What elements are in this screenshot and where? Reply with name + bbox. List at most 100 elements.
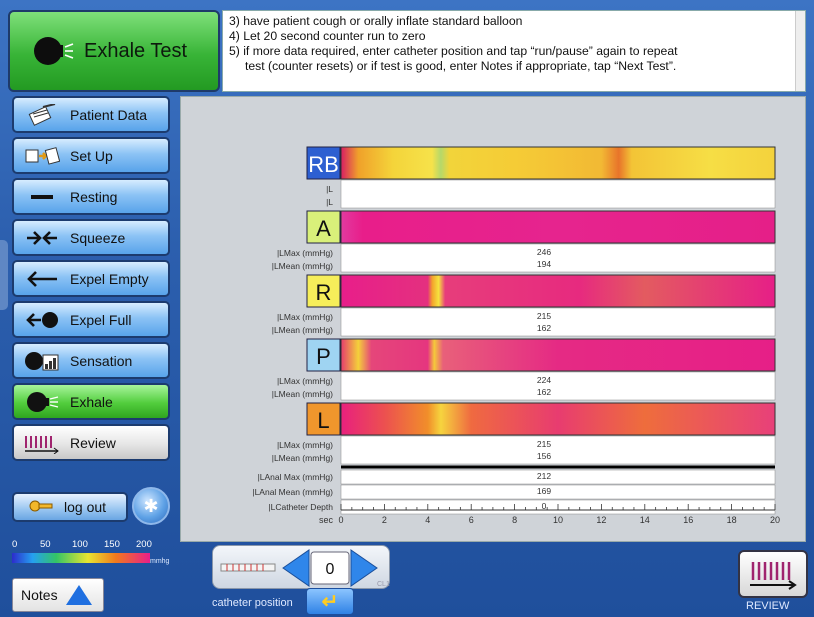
triangle-up-icon — [65, 585, 92, 605]
axis-tick-label: 10 — [553, 515, 563, 525]
instruction-line: 4) Let 20 second counter run to zero — [229, 29, 426, 43]
axis-tick-label: 18 — [727, 515, 737, 525]
row-label: |LMean (mmHg) — [272, 453, 333, 463]
mean-value: 162 — [537, 387, 551, 397]
exhale-icon — [22, 390, 62, 414]
nav-review-button[interactable]: Review — [12, 424, 170, 461]
nav-setup-button[interactable]: Set Up — [12, 137, 170, 174]
row-label: |LMax (mmHg) — [277, 248, 333, 258]
patient-data-icon — [22, 103, 62, 127]
anal-value: 169 — [537, 486, 551, 496]
expel-full-icon — [22, 308, 62, 332]
mean-value: 162 — [537, 323, 551, 333]
squeeze-icon — [22, 226, 62, 250]
nav-label: Patient Data — [70, 106, 148, 123]
max-value: 215 — [537, 439, 551, 449]
channel-tag: L — [317, 408, 329, 433]
axis-tick-label: 0 — [338, 515, 343, 525]
nav-label: Review — [70, 434, 116, 451]
channel-tag: R — [316, 280, 332, 305]
pressure-topography-chart: RB|L|LA|LMax (mmHg)|LMean (mmHg)246194R|… — [252, 146, 780, 525]
bluetooth-icon[interactable]: ✱ — [132, 487, 170, 525]
instruction-line: 5) if more data required, enter catheter… — [229, 44, 678, 58]
current-test-header: Exhale Test — [8, 10, 220, 92]
nav-squeeze-button[interactable]: Squeeze — [12, 219, 170, 256]
setup-icon — [22, 144, 62, 168]
nav-label: Expel Full — [70, 311, 132, 328]
row-label: |LAnal Max (mmHg) — [258, 472, 334, 482]
instructions-panel[interactable]: 3) have patient cough or orally inflate … — [222, 10, 806, 92]
row-label: |LMean (mmHg) — [272, 261, 333, 271]
side-drawer-tab[interactable] — [0, 240, 8, 310]
nav-label: Exhale — [70, 393, 113, 410]
decrease-arrow-icon[interactable] — [282, 549, 310, 587]
instruction-line: 3) have patient cough or orally inflate … — [229, 14, 523, 28]
scale-tick: 100 — [72, 539, 88, 550]
channel-tag: P — [316, 344, 331, 369]
scale-unit: mmhg — [150, 558, 170, 565]
nav-resting-button[interactable]: Resting — [12, 178, 170, 215]
logout-label: log out — [64, 499, 107, 515]
app-window: Exhale Test 3) have patient cough or ora… — [0, 0, 814, 617]
expel-empty-icon — [22, 267, 62, 291]
axis-tick-label: 6 — [469, 515, 474, 525]
value-row — [340, 243, 776, 273]
nav-label: Resting — [70, 188, 118, 205]
row-label: |LMean (mmHg) — [272, 389, 333, 399]
row-label: |LMax (mmHg) — [277, 376, 333, 386]
row-label: |LCatheter Depth — [268, 502, 333, 512]
row-label: |L — [326, 184, 333, 194]
increase-arrow-icon[interactable] — [350, 549, 378, 587]
anal-max-row — [340, 469, 776, 485]
channel-tag: A — [316, 216, 331, 241]
row-label: |LMean (mmHg) — [272, 325, 333, 335]
nav-label: Set Up — [70, 147, 113, 164]
nav-sensation-button[interactable]: Sensation — [12, 342, 170, 379]
anal-value: 212 — [537, 471, 551, 481]
review-label: REVIEW — [746, 600, 790, 612]
axis-tick-label: 16 — [683, 515, 693, 525]
mean-value: 194 — [537, 259, 551, 269]
resting-icon — [22, 185, 62, 209]
row-label: |LAnal Mean (mmHg) — [252, 487, 333, 497]
catheter-position-label: catheter position — [212, 597, 293, 609]
axis-tick-label: 4 — [425, 515, 430, 525]
axis-tick-label: 14 — [640, 515, 650, 525]
nav-label: Sensation — [70, 352, 133, 369]
axis-tick-label: 20 — [770, 515, 780, 525]
pressure-strip — [340, 210, 776, 244]
instructions-scrollbar[interactable] — [795, 11, 805, 91]
notes-label: Notes — [21, 587, 58, 603]
catheter-stepper: 0 CL1 — [220, 549, 390, 588]
mean-value: 156 — [537, 451, 551, 461]
pressure-strip — [340, 402, 776, 436]
nav-patient-data-button[interactable]: Patient Data — [12, 96, 170, 133]
scale-tick: 0 — [12, 539, 18, 550]
max-value: 224 — [537, 375, 551, 385]
instruction-line: test (counter resets) or if test is good… — [245, 59, 677, 73]
value-row — [340, 435, 776, 465]
nav-label: Expel Empty — [70, 270, 149, 287]
scale-tick: 50 — [40, 539, 51, 550]
scale-tick: 150 — [104, 539, 120, 550]
catheter-icon — [220, 563, 276, 572]
notes-button[interactable]: Notes — [12, 578, 104, 612]
scale-tick: 200 — [136, 539, 152, 550]
row-label: |L — [326, 197, 333, 207]
axis-tick-label: 12 — [596, 515, 606, 525]
exhale-head-icon — [34, 37, 74, 65]
logout-button[interactable]: log out — [12, 492, 128, 522]
review-chart-icon — [750, 562, 797, 590]
nav-exhale-button[interactable]: Exhale — [12, 383, 170, 420]
enter-return-button[interactable]: ↵ — [306, 588, 354, 615]
pressure-color-scale — [12, 553, 150, 563]
axis-tick-label: 8 — [512, 515, 517, 525]
nav-expel-empty-button[interactable]: Expel Empty — [12, 260, 170, 297]
catheter-tag: CL1 — [377, 581, 390, 588]
review-big-button[interactable] — [738, 550, 808, 598]
test-title: Exhale Test — [84, 39, 188, 62]
nav-label: Squeeze — [70, 229, 126, 246]
nav-expel-full-button[interactable]: Expel Full — [12, 301, 170, 338]
sensation-icon — [22, 349, 62, 373]
pressure-chart-panel: RB |L |L A |LMax (mmHg) |LMean (mmHg) 246 194 R |… — [180, 96, 806, 542]
